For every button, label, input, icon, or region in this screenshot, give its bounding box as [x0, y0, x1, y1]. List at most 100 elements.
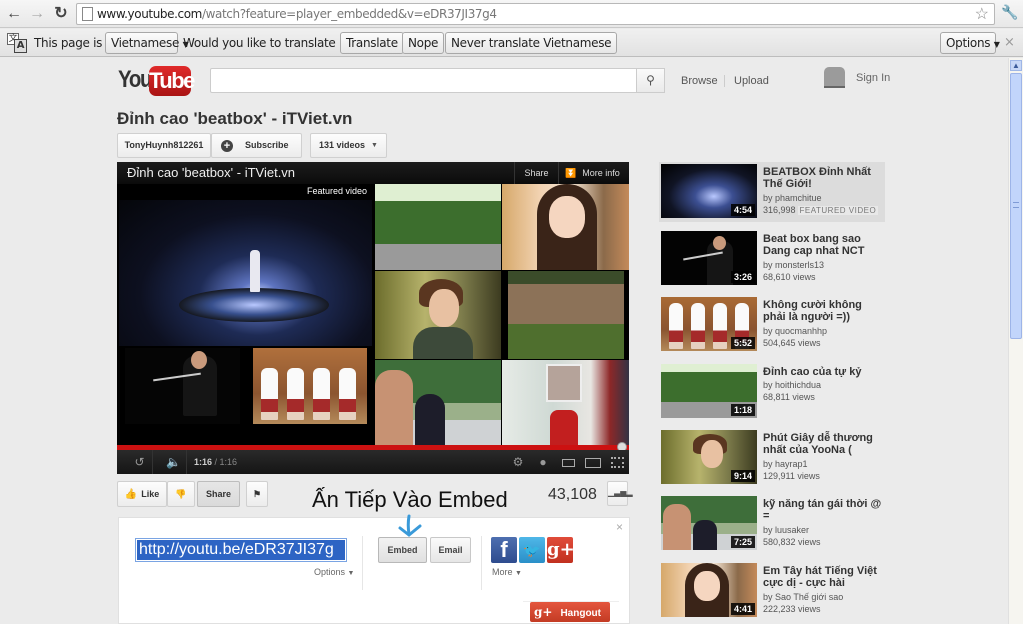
vertical-scrollbar[interactable]: ▲ [1008, 58, 1023, 624]
related-title[interactable]: Phút Giây dễ thương nhất của YooNa ( [763, 432, 883, 456]
hangout-button[interactable]: g+ Hangout [530, 602, 610, 622]
time-total: 1:16 [219, 457, 238, 467]
figure-shape [261, 368, 278, 420]
wrench-icon[interactable]: 🔧 [1001, 4, 1018, 21]
related-title[interactable]: kỹ năng tán gái thời @ = [763, 498, 883, 522]
share-button[interactable]: Share [197, 481, 240, 507]
related-video-tile[interactable] [375, 271, 501, 359]
like-button[interactable]: 👍 Like [117, 481, 167, 507]
never-translate-button[interactable]: Never translate Vietnamese [445, 32, 618, 54]
video-thumbnail[interactable]: 3:26 [661, 231, 757, 285]
related-video-item[interactable]: 1:18 Đỉnh cao của tự kỷ by hoithichdua 6… [659, 362, 885, 422]
featured-video-thumbnail[interactable] [119, 200, 372, 346]
related-title[interactable]: Em Tây hát Tiếng Việt cực dị - cực hài [763, 565, 883, 589]
twitter-icon[interactable]: 🐦 [519, 537, 545, 563]
flag-button[interactable]: ⚑ [246, 481, 268, 507]
figure-shape [287, 368, 304, 420]
back-arrow-icon[interactable]: ← [4, 4, 24, 24]
related-video-tile[interactable] [508, 271, 624, 359]
related-video-tile[interactable] [375, 184, 501, 270]
replay-icon[interactable]: ↺ [127, 450, 153, 474]
related-video-tile[interactable] [502, 360, 629, 446]
nope-button[interactable]: Nope [402, 32, 445, 54]
related-uploader[interactable]: by quocmanhhp [763, 326, 827, 336]
related-video-item[interactable]: 3:26 Beat box bang sao Dang cap nhat NCT… [659, 229, 885, 289]
time-display: 1:16 / 1:16 [194, 450, 237, 474]
close-icon[interactable]: × [616, 520, 623, 534]
upload-link[interactable]: Upload [734, 75, 769, 87]
related-uploader[interactable]: by luusaker [763, 525, 809, 535]
language-select[interactable]: Vietnamese ▼ [105, 32, 189, 54]
share-options-label: Options [314, 567, 346, 577]
google-plus-icon[interactable]: g+ [547, 537, 575, 563]
player-share-button[interactable]: Share [514, 162, 558, 184]
star-icon[interactable]: ☆ [975, 4, 989, 24]
google-plus-icon: g+ [534, 605, 553, 619]
large-player-icon[interactable] [581, 450, 605, 474]
search-input[interactable] [210, 68, 637, 93]
related-uploader[interactable]: by Sao Thế giới sao [763, 592, 843, 602]
video-thumbnail[interactable]: 4:54 [661, 164, 757, 218]
related-video-item[interactable]: 7:25 kỹ năng tán gái thời @ = by luusake… [659, 494, 885, 554]
scroll-thumb[interactable] [1010, 73, 1022, 339]
clock-icon[interactable]: ● [533, 450, 553, 474]
translate-button[interactable]: Translate [340, 32, 404, 54]
gear-icon[interactable]: ⚙ [507, 450, 529, 474]
related-uploader[interactable]: by monsterls13 [763, 260, 824, 270]
related-video-tile[interactable] [375, 360, 501, 446]
channel-name-button[interactable]: TonyHuynh812261 [117, 133, 211, 158]
related-video-tile[interactable] [125, 348, 240, 424]
youtube-logo[interactable]: You Tube [118, 66, 195, 96]
address-bar[interactable]: www.youtube.com/watch?feature=player_emb… [76, 3, 995, 25]
related-video-item[interactable]: 4:54 BEATBOX Đỉnh Nhất Thế Giới! by pham… [659, 162, 885, 222]
url-text[interactable]: www.youtube.com/watch?feature=player_emb… [97, 7, 497, 21]
related-video-tile[interactable] [502, 184, 629, 270]
double-chevron-down-icon: ⏬ [565, 168, 577, 178]
video-thumbnail[interactable]: 1:18 [661, 364, 757, 418]
related-title[interactable]: Không cười không phải là người =)) [763, 299, 883, 323]
logo-tube-text: Tube [149, 66, 195, 96]
reload-icon[interactable]: ↻ [51, 4, 71, 24]
related-title[interactable]: BEATBOX Đỉnh Nhất Thế Giới! [763, 166, 883, 190]
subscribe-button[interactable]: + Subscribe [211, 133, 302, 158]
dislike-button[interactable]: 👎 [167, 481, 195, 507]
search-icon: ⚲ [646, 73, 655, 87]
featured-video-label: Featured video [307, 186, 368, 196]
embed-button[interactable]: Embed [378, 537, 427, 563]
videos-count-button[interactable]: 131 videos ▼ [310, 133, 387, 158]
related-uploader[interactable]: by phamchitue [763, 193, 822, 203]
search-button[interactable]: ⚲ [636, 68, 665, 93]
small-player-icon[interactable] [557, 450, 579, 474]
scroll-up-arrow-icon[interactable]: ▲ [1010, 60, 1022, 71]
avatar[interactable] [824, 67, 845, 88]
related-video-item[interactable]: 4:41 Em Tây hát Tiếng Việt cực dị - cực … [659, 561, 885, 621]
options-button[interactable]: Options ▼ [940, 32, 1000, 54]
stats-button[interactable]: ▁▃▅▂ [607, 481, 633, 506]
related-uploader[interactable]: by hayrap1 [763, 459, 808, 469]
player-title[interactable]: Đỉnh cao 'beatbox' - iTViet.vn [127, 165, 295, 180]
video-player[interactable]: Đỉnh cao 'beatbox' - iTViet.vn Share ⏬ Mo… [117, 162, 629, 474]
facebook-icon[interactable]: f [491, 537, 517, 563]
video-thumbnail[interactable]: 9:14 [661, 430, 757, 484]
share-url-input[interactable]: http://youtu.be/eDR37JI37g [135, 538, 347, 562]
video-thumbnail[interactable]: 5:52 [661, 297, 757, 351]
close-icon[interactable]: × [1004, 35, 1015, 50]
related-title[interactable]: Đỉnh cao của tự kỷ [763, 366, 883, 378]
related-video-item[interactable]: 9:14 Phút Giây dễ thương nhất của YooNa … [659, 428, 885, 488]
related-video-tile[interactable] [253, 348, 367, 424]
email-button[interactable]: Email [430, 537, 471, 563]
sign-in-link[interactable]: Sign In [856, 72, 890, 84]
browse-link[interactable]: Browse [681, 75, 718, 87]
more-info-button[interactable]: ⏬ More info [558, 162, 629, 184]
related-title[interactable]: Beat box bang sao Dang cap nhat NCT [763, 233, 883, 257]
related-video-item[interactable]: 5:52 Không cười không phải là người =)) … [659, 295, 885, 355]
scroll-grip-icon [1013, 202, 1019, 208]
related-uploader[interactable]: by hoithichdua [763, 380, 821, 390]
more-share-dropdown[interactable]: More ▼ [492, 567, 522, 577]
share-options-dropdown[interactable]: Options ▼ [314, 567, 354, 577]
forward-arrow-icon[interactable]: → [27, 4, 47, 24]
fullscreen-icon[interactable] [607, 450, 627, 474]
volume-icon[interactable]: 🔈 [161, 450, 187, 474]
video-thumbnail[interactable]: 7:25 [661, 496, 757, 550]
video-thumbnail[interactable]: 4:41 [661, 563, 757, 617]
